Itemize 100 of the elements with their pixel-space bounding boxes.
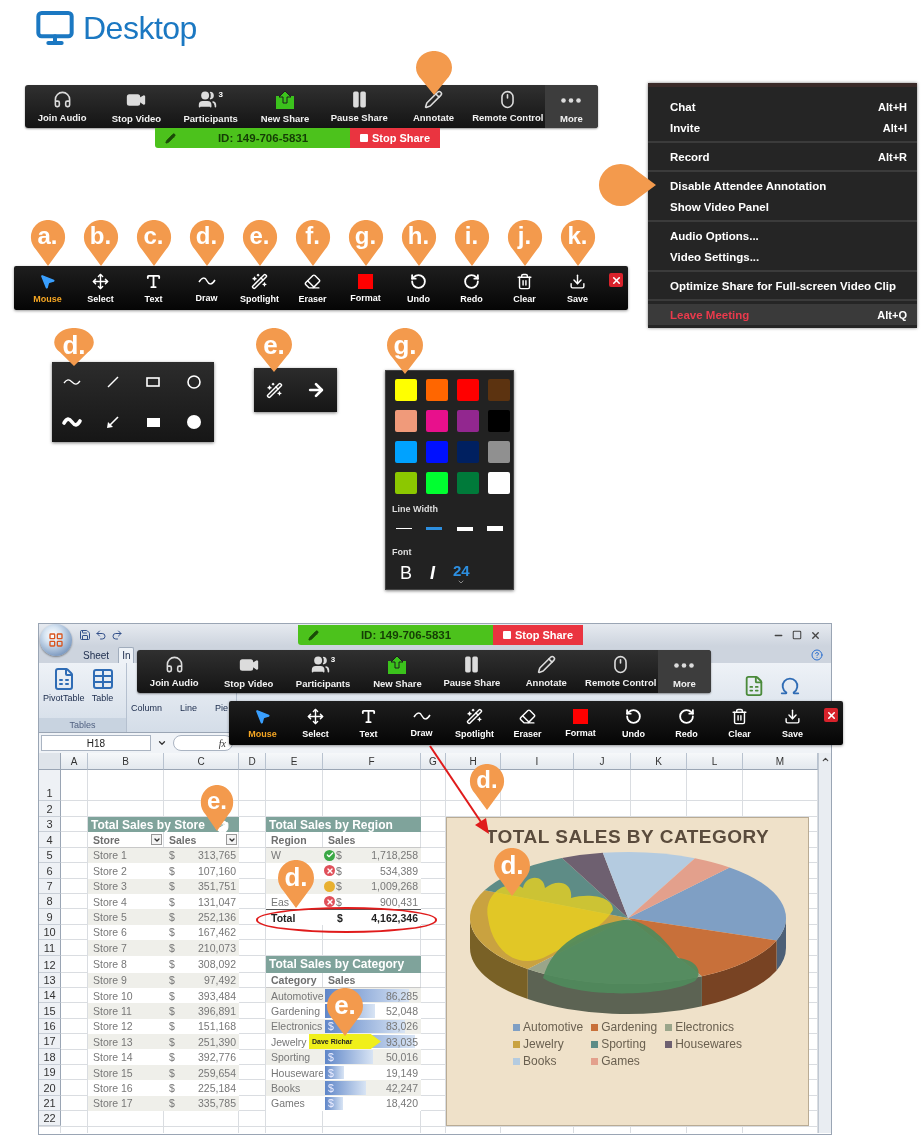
tool-button[interactable]: Undo bbox=[392, 266, 445, 310]
toolbar-button[interactable]: Pause Share bbox=[434, 650, 510, 693]
column-header[interactable]: D bbox=[239, 753, 266, 770]
row-header[interactable]: 9 bbox=[39, 909, 61, 925]
name-box[interactable]: H18 bbox=[41, 735, 151, 751]
menu-item[interactable]: Audio Options... bbox=[648, 225, 917, 246]
color-swatch[interactable] bbox=[457, 441, 479, 463]
menu-item[interactable]: Video Settings... bbox=[648, 246, 917, 267]
toolbar-button[interactable]: 3 Participants bbox=[173, 85, 248, 128]
column-header[interactable]: B bbox=[88, 753, 164, 770]
menu-item[interactable]: Disable Attendee Annotation bbox=[648, 175, 917, 196]
stop-share-button[interactable]: Stop Share bbox=[493, 625, 583, 645]
filter-button[interactable] bbox=[151, 834, 162, 846]
color-swatch[interactable] bbox=[395, 441, 417, 463]
tool-button[interactable]: Save bbox=[766, 701, 819, 745]
column-header[interactable]: I bbox=[501, 753, 574, 770]
color-swatch[interactable] bbox=[488, 472, 510, 494]
dropdown-icon[interactable] bbox=[157, 738, 167, 748]
tool-button[interactable]: Spotlight bbox=[233, 266, 286, 310]
tool-button[interactable]: Redo bbox=[660, 701, 713, 745]
toolbar-button[interactable]: Annotate bbox=[396, 85, 471, 128]
toolbar-button[interactable]: Stop Video bbox=[99, 85, 174, 128]
toolbar-button[interactable]: Annotate bbox=[509, 650, 584, 693]
tool-button[interactable]: Select bbox=[289, 701, 342, 745]
bold-button[interactable]: B bbox=[400, 563, 412, 584]
tool-button[interactable]: Draw bbox=[180, 266, 233, 310]
toolbar-button[interactable]: Stop Video bbox=[211, 650, 286, 693]
tool-button[interactable]: Format bbox=[339, 266, 392, 310]
close-button[interactable] bbox=[609, 273, 623, 287]
color-swatch[interactable] bbox=[395, 472, 417, 494]
toolbar-button[interactable]: New Share bbox=[247, 85, 323, 128]
maximize-icon[interactable] bbox=[792, 630, 802, 640]
stop-share-button[interactable]: Stop Share bbox=[350, 128, 440, 148]
menu-item[interactable]: Show Video Panel bbox=[648, 196, 917, 217]
column-header[interactable]: F bbox=[323, 753, 421, 770]
ribbon-button[interactable]: Column bbox=[131, 703, 162, 713]
menu-item[interactable]: Chat Alt+H bbox=[648, 96, 917, 117]
column-header[interactable]: J bbox=[574, 753, 631, 770]
tool-button[interactable]: Select bbox=[74, 266, 127, 310]
menu-item[interactable]: Invite Alt+I bbox=[648, 117, 917, 138]
magic-wand-icon[interactable] bbox=[265, 381, 283, 399]
column-header[interactable]: K bbox=[631, 753, 687, 770]
tool-button[interactable]: Format bbox=[554, 701, 607, 745]
tool-button[interactable]: Clear bbox=[498, 266, 551, 310]
help-icon[interactable] bbox=[811, 649, 823, 661]
filter-button[interactable] bbox=[226, 834, 237, 846]
row-header[interactable]: 22 bbox=[39, 1111, 61, 1127]
close-icon[interactable] bbox=[810, 629, 821, 641]
row-header[interactable]: 15 bbox=[39, 1003, 61, 1019]
tool-button[interactable]: Draw bbox=[395, 701, 448, 745]
toolbar-button[interactable]: Join Audio bbox=[137, 650, 212, 693]
ribbon-button[interactable]: Line bbox=[180, 703, 198, 713]
toolbar-button[interactable]: Pause Share bbox=[322, 85, 397, 128]
toolbar-button[interactable]: 3 Participants bbox=[285, 650, 361, 693]
italic-button[interactable]: I bbox=[430, 563, 436, 584]
ribbon-button[interactable]: Pie bbox=[215, 703, 229, 713]
color-swatch[interactable] bbox=[395, 379, 417, 401]
line-width-option[interactable] bbox=[456, 526, 473, 531]
tool-button[interactable]: Text bbox=[127, 266, 180, 310]
object-icon[interactable] bbox=[743, 675, 765, 697]
redo-icon[interactable] bbox=[111, 629, 123, 641]
symbol-icon[interactable] bbox=[779, 675, 801, 697]
save-icon[interactable] bbox=[79, 629, 91, 641]
undo-icon[interactable] bbox=[95, 629, 107, 641]
formula-button[interactable]: fx bbox=[173, 735, 233, 751]
color-swatch[interactable] bbox=[426, 441, 448, 463]
row-header[interactable]: 1 bbox=[39, 770, 61, 801]
color-swatch[interactable] bbox=[488, 441, 510, 463]
row-header[interactable]: 20 bbox=[39, 1080, 61, 1096]
tool-button[interactable]: Redo bbox=[445, 266, 498, 310]
column-header[interactable]: L bbox=[687, 753, 743, 770]
color-swatch[interactable] bbox=[426, 472, 448, 494]
close-button[interactable] bbox=[824, 708, 838, 722]
color-swatch[interactable] bbox=[395, 410, 417, 432]
menu-item[interactable]: Optimize Share for Full-screen Video Clip bbox=[648, 275, 917, 296]
row-header[interactable]: 3 bbox=[39, 817, 61, 833]
column-header[interactable]: A bbox=[61, 753, 88, 770]
toolbar-button[interactable]: More bbox=[657, 650, 711, 693]
thick-wave-icon[interactable] bbox=[61, 414, 84, 430]
ribbon-tab[interactable]: In bbox=[118, 647, 135, 663]
toolbar-button[interactable]: More bbox=[544, 85, 598, 128]
color-swatch[interactable] bbox=[488, 410, 510, 432]
tool-button[interactable]: Mouse bbox=[236, 701, 289, 745]
row-header[interactable]: 17 bbox=[39, 1034, 61, 1050]
tool-button[interactable]: Eraser bbox=[286, 266, 339, 310]
ribbon-button[interactable]: PivotTable bbox=[43, 667, 85, 718]
menu-item[interactable]: Record Alt+R bbox=[648, 146, 917, 167]
ribbon-button[interactable]: Table bbox=[90, 667, 115, 718]
color-swatch[interactable] bbox=[426, 379, 448, 401]
column-header[interactable]: M bbox=[743, 753, 818, 770]
scroll-up-icon[interactable] bbox=[820, 755, 830, 764]
toolbar-button[interactable]: Join Audio bbox=[25, 85, 100, 128]
row-header[interactable]: 11 bbox=[39, 940, 61, 956]
toolbar-button[interactable]: Remote Control bbox=[470, 85, 545, 128]
vertical-scrollbar[interactable] bbox=[818, 753, 831, 1133]
menu-item[interactable]: Leave Meeting Alt+Q bbox=[648, 304, 917, 325]
row-header[interactable]: 4 bbox=[39, 832, 61, 848]
color-swatch[interactable] bbox=[457, 472, 479, 494]
tool-button[interactable]: Spotlight bbox=[448, 701, 501, 745]
color-swatch[interactable] bbox=[426, 410, 448, 432]
